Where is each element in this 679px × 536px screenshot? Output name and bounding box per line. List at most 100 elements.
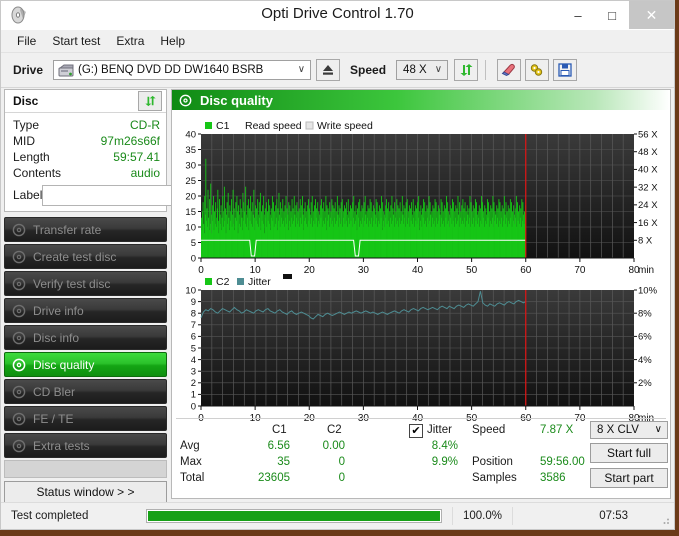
status-divider [452,507,453,525]
svg-text:C2: C2 [216,276,230,288]
stats-c2-avg: 0.00 [322,440,345,452]
svg-text:3: 3 [191,367,196,378]
stats-position-value: 59:56.00 [540,456,585,468]
disc-icon [12,277,26,290]
disc-icon [12,439,26,452]
sidebar-item-label: Drive info [33,303,84,318]
start-part-button[interactable]: Start part [590,468,668,488]
disc-row-type-value: CD-R [130,118,160,132]
sidebar-item-label: Disc quality [33,357,95,372]
menu-extra[interactable]: Extra [108,32,152,50]
erase-button[interactable] [497,59,522,81]
status-divider [512,507,514,525]
disc-row-contents-key: Contents [13,166,62,180]
disc-row-type-key: Type [13,118,40,132]
speed-select[interactable]: 48 X ∨ [396,60,449,80]
svg-text:16 X: 16 X [638,218,658,229]
chevron-down-icon: ∨ [297,64,306,75]
svg-text:48 X: 48 X [638,147,658,158]
title-bar: Opti Drive Control 1.70 – □ ✕ [1,1,674,30]
disc-icon [12,250,26,263]
sidebar-item-transfer-rate[interactable]: Transfer rate [4,217,167,242]
menu-start-test[interactable]: Start test [44,32,108,50]
nav-spacer [4,460,167,478]
svg-text:0: 0 [191,253,196,264]
toolbar-divider [485,60,487,80]
sidebar-item-label: Create test disc [33,249,117,264]
stats-c2-total: 0 [338,472,345,484]
save-button[interactable] [553,59,578,81]
svg-text:2%: 2% [638,378,652,389]
minimize-button[interactable]: – [561,1,595,29]
test-speed-select[interactable]: 8 X CLV ∨ [590,421,668,439]
sidebar-item-extra-tests[interactable]: Extra tests [4,433,167,458]
menu-file[interactable]: File [9,32,44,50]
resize-grip[interactable] [660,515,670,525]
sidebar: Disc Type CD-R MID 97m26s66f Length 59:5… [4,89,246,503]
refresh-drive-button[interactable] [454,59,479,81]
nav-list: Transfer rate Create test disc Verify te… [4,217,167,503]
stats-c2-max: 0 [338,456,345,468]
sidebar-item-disc-quality[interactable]: Disc quality [4,352,167,377]
svg-text:56 X: 56 X [638,129,658,140]
status-window-button[interactable]: Status window > > [4,481,167,503]
svg-text:6: 6 [191,332,196,343]
svg-text:30: 30 [358,265,370,276]
disc-row-length-key: Length [13,150,50,164]
stats-samples-value: 3586 [540,472,566,484]
svg-text:4: 4 [191,355,196,366]
stats-position-key: Position [472,456,513,468]
sidebar-item-fe-te[interactable]: FE / TE [4,406,167,431]
stats-jitter-max: 9.9% [431,456,458,468]
panel-title: Disc quality [200,92,273,108]
sidebar-item-label: Disc info [33,330,80,345]
content-area: Disc Type CD-R MID 97m26s66f Length 59:5… [1,87,674,503]
svg-text:0: 0 [191,401,196,412]
svg-text:8 X: 8 X [638,236,653,247]
disc-label-key: Label [13,188,43,202]
disc-row-type: Type CD-R [13,117,160,133]
bitsetting-button[interactable] [525,59,550,81]
test-speed-value: 8 X CLV [597,424,639,436]
svg-text:10: 10 [185,285,196,296]
menu-help[interactable]: Help [152,32,193,50]
window-controls: – □ ✕ [561,1,674,29]
maximize-button[interactable]: □ [595,1,629,29]
status-message: Test completed [11,510,89,522]
svg-text:Read speed: Read speed [245,120,302,132]
svg-text:10: 10 [185,222,196,233]
eject-button[interactable] [316,59,341,81]
disc-icon [12,304,26,317]
sidebar-item-create-test-disc[interactable]: Create test disc [4,244,167,269]
app-window: Opti Drive Control 1.70 – □ ✕ File Start… [0,0,675,530]
jitter-checkbox[interactable]: ✔ [409,424,423,438]
sidebar-item-cd-bler[interactable]: CD Bler [4,379,167,404]
svg-text:7: 7 [191,320,196,331]
disc-row-mid-value: 97m26s66f [100,134,160,148]
stats-row-avg: Avg [180,440,200,452]
sidebar-item-label: CD Bler [33,384,76,399]
speed-value: 48 X [403,64,427,76]
svg-text:Jitter: Jitter [248,276,271,288]
close-button[interactable]: ✕ [629,1,674,29]
drive-select[interactable]: (G:) BENQ DVD DD DW1640 BSRB ∨ [53,60,312,80]
sidebar-item-disc-info[interactable]: Disc info [4,325,167,350]
refresh-disc-button[interactable] [138,91,162,111]
svg-text:32 X: 32 X [638,182,658,193]
disc-row-mid: MID 97m26s66f [13,133,160,149]
svg-text:70: 70 [574,265,586,276]
svg-text:15: 15 [185,207,196,218]
progress-bar-fill [148,511,440,521]
progress-bar [146,509,442,523]
start-full-button[interactable]: Start full [590,443,668,463]
status-bar: Test completed 100.0% 07:53 [1,502,674,529]
stats-samples-key: Samples [472,472,517,484]
disc-panel: Disc Type CD-R MID 97m26s66f Length 59:5… [4,89,246,212]
charts-area: C1 Read speed Write speed 0 5 10 15 20 25 30 35 40 8… [172,110,670,432]
sidebar-item-drive-info[interactable]: Drive info [4,298,167,323]
disc-row-contents: Contents audio [13,165,160,181]
sidebar-item-label: Verify test disc [33,276,111,291]
sidebar-item-verify-test-disc[interactable]: Verify test disc [4,271,167,296]
disc-panel-header: Disc [5,90,166,113]
disc-row-length: Length 59:57.41 [13,149,160,165]
